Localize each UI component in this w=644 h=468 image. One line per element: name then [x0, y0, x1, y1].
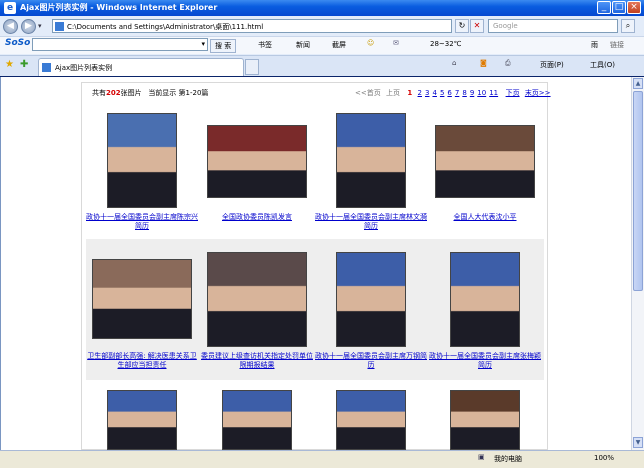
photo-caption-link[interactable]: 卫生部副部长高强: 解决医患关系卫生部应当担责任	[86, 352, 198, 370]
photo-thumbnail[interactable]	[450, 390, 520, 450]
bookmarks-button[interactable]: 书签	[258, 40, 272, 50]
page-link-4[interactable]: 4	[432, 89, 436, 97]
address-text: C:\Documents and Settings\Administrator\…	[67, 23, 264, 31]
mail-icon[interactable]: ✉	[393, 39, 399, 47]
photo-thumbnail[interactable]	[336, 252, 406, 347]
photo-caption-link[interactable]: 政协十一届全国委员会副主席张梅颖简历	[429, 352, 541, 370]
info-suffix: 张图片	[120, 89, 142, 97]
photo-caption-link[interactable]: 全国政协委员陈凯发言	[201, 213, 313, 222]
back-button[interactable]: ◀	[3, 19, 18, 34]
refresh-button[interactable]: ↻	[455, 19, 469, 33]
photo-thumbnail[interactable]	[435, 125, 535, 198]
pagination: <<首页 上页 1 2 3 4 5 6 7 8 9 10 11 下页 末页>>	[355, 88, 554, 98]
prev-page-link[interactable]: 上页	[386, 89, 400, 97]
scroll-thumb[interactable]	[633, 91, 643, 291]
search-input[interactable]: Google	[488, 19, 618, 33]
page-link-8[interactable]: 8	[462, 89, 466, 97]
status-bar	[0, 450, 644, 468]
page-link-11[interactable]: 11	[489, 89, 498, 97]
tab-label: Ajax图片列表实例	[55, 64, 113, 72]
image-count: 202	[106, 89, 121, 97]
page-link-2[interactable]: 2	[418, 89, 422, 97]
photo-thumbnail[interactable]	[450, 252, 520, 347]
close-button[interactable]: ×	[627, 1, 641, 14]
photo-thumbnail[interactable]	[336, 113, 406, 208]
minimize-button[interactable]: _	[597, 1, 611, 14]
smiley-icon[interactable]: ☺	[367, 39, 374, 47]
page-icon	[42, 63, 51, 72]
photo-thumbnail[interactable]	[207, 252, 307, 347]
maximize-button[interactable]: □	[612, 1, 626, 14]
stop-button[interactable]: ✕	[470, 19, 484, 33]
photo-caption-link[interactable]: 政协十一届全国委员会副主席万钢简历	[315, 352, 427, 370]
soso-logo: SoSo	[5, 38, 31, 48]
tools-menu[interactable]: 工具(O)	[590, 60, 615, 70]
current-range: 当前显示 第1-20篇	[148, 89, 209, 97]
page-menu[interactable]: 页面(P)	[540, 60, 564, 70]
home-icon[interactable]: ⌂	[452, 59, 456, 67]
search-button[interactable]: ⌕	[621, 19, 635, 33]
photo-thumbnail[interactable]	[92, 259, 192, 339]
first-page-link[interactable]: <<首页	[355, 89, 381, 97]
result-info: 共有202张图片 当前显示 第1-20篇	[92, 88, 208, 98]
photo-caption-link[interactable]: 政协十一届全国委员会副主席林文漪简历	[315, 213, 427, 231]
photo-caption-link[interactable]: 委员建议上级查访机关指定处罚单位限期报结果	[201, 352, 313, 370]
history-dropdown-icon[interactable]: ▾	[38, 22, 42, 30]
screenshot-button[interactable]: 截屏	[332, 40, 346, 50]
photo-caption-link[interactable]: 政协十一届全国委员会副主席陈宗兴简历	[86, 213, 198, 231]
page-link-5[interactable]: 5	[440, 89, 444, 97]
last-page-link[interactable]: 末页>>	[525, 89, 551, 97]
new-tab-button[interactable]	[245, 59, 259, 75]
scroll-down-arrow-icon[interactable]: ▼	[633, 437, 643, 448]
weather-text[interactable]: 28~32℃	[430, 40, 462, 48]
add-favorite-icon[interactable]: ✚	[20, 59, 28, 70]
page-icon	[55, 22, 64, 31]
print-icon[interactable]: ⎙	[505, 59, 511, 68]
news-button[interactable]: 新闻	[296, 40, 310, 50]
soso-search-button[interactable]: 搜 索	[210, 39, 237, 53]
weather-rain-label: 雨	[591, 41, 598, 49]
computer-icon: ▣	[478, 453, 485, 461]
zoom-level[interactable]: 100%	[594, 454, 614, 462]
page-link-3[interactable]: 3	[425, 89, 429, 97]
vertical-scrollbar[interactable]: ▲ ▼	[631, 77, 644, 450]
photo-caption-link[interactable]: 全国人大代表沈小平	[429, 213, 541, 222]
title-bar: e Ajax图片列表实例 - Windows Internet Explorer…	[0, 0, 644, 16]
page-link-7[interactable]: 7	[455, 89, 459, 97]
chevron-down-icon: ▾	[201, 40, 205, 48]
feeds-icon[interactable]: ◙	[480, 59, 487, 67]
photo-thumbnail[interactable]	[222, 390, 292, 450]
forward-button[interactable]: ▶	[21, 19, 36, 34]
page-link-10[interactable]: 10	[477, 89, 486, 97]
links-label[interactable]: 链接	[610, 40, 624, 50]
search-placeholder: Google	[493, 22, 518, 30]
next-page-link[interactable]: 下页	[506, 89, 520, 97]
soso-search-input[interactable]: ▾	[32, 38, 208, 51]
photo-thumbnail[interactable]	[107, 113, 177, 208]
zone-label: 我的电脑	[494, 455, 522, 463]
page-link-9[interactable]: 9	[470, 89, 474, 97]
tab-active[interactable]: Ajax图片列表实例	[38, 58, 244, 76]
window-title: Ajax图片列表实例 - Windows Internet Explorer	[20, 3, 218, 12]
photo-thumbnail[interactable]	[336, 390, 406, 450]
current-page: 1	[407, 89, 413, 97]
photo-thumbnail[interactable]	[207, 125, 307, 198]
favorites-star-icon[interactable]: ★	[5, 59, 14, 70]
scroll-up-arrow-icon[interactable]: ▲	[633, 78, 643, 89]
info-prefix: 共有	[92, 89, 106, 97]
photo-thumbnail[interactable]	[107, 390, 177, 450]
address-bar[interactable]: C:\Documents and Settings\Administrator\…	[52, 19, 452, 33]
page-link-6[interactable]: 6	[447, 89, 451, 97]
ie-logo-icon: e	[4, 2, 16, 14]
